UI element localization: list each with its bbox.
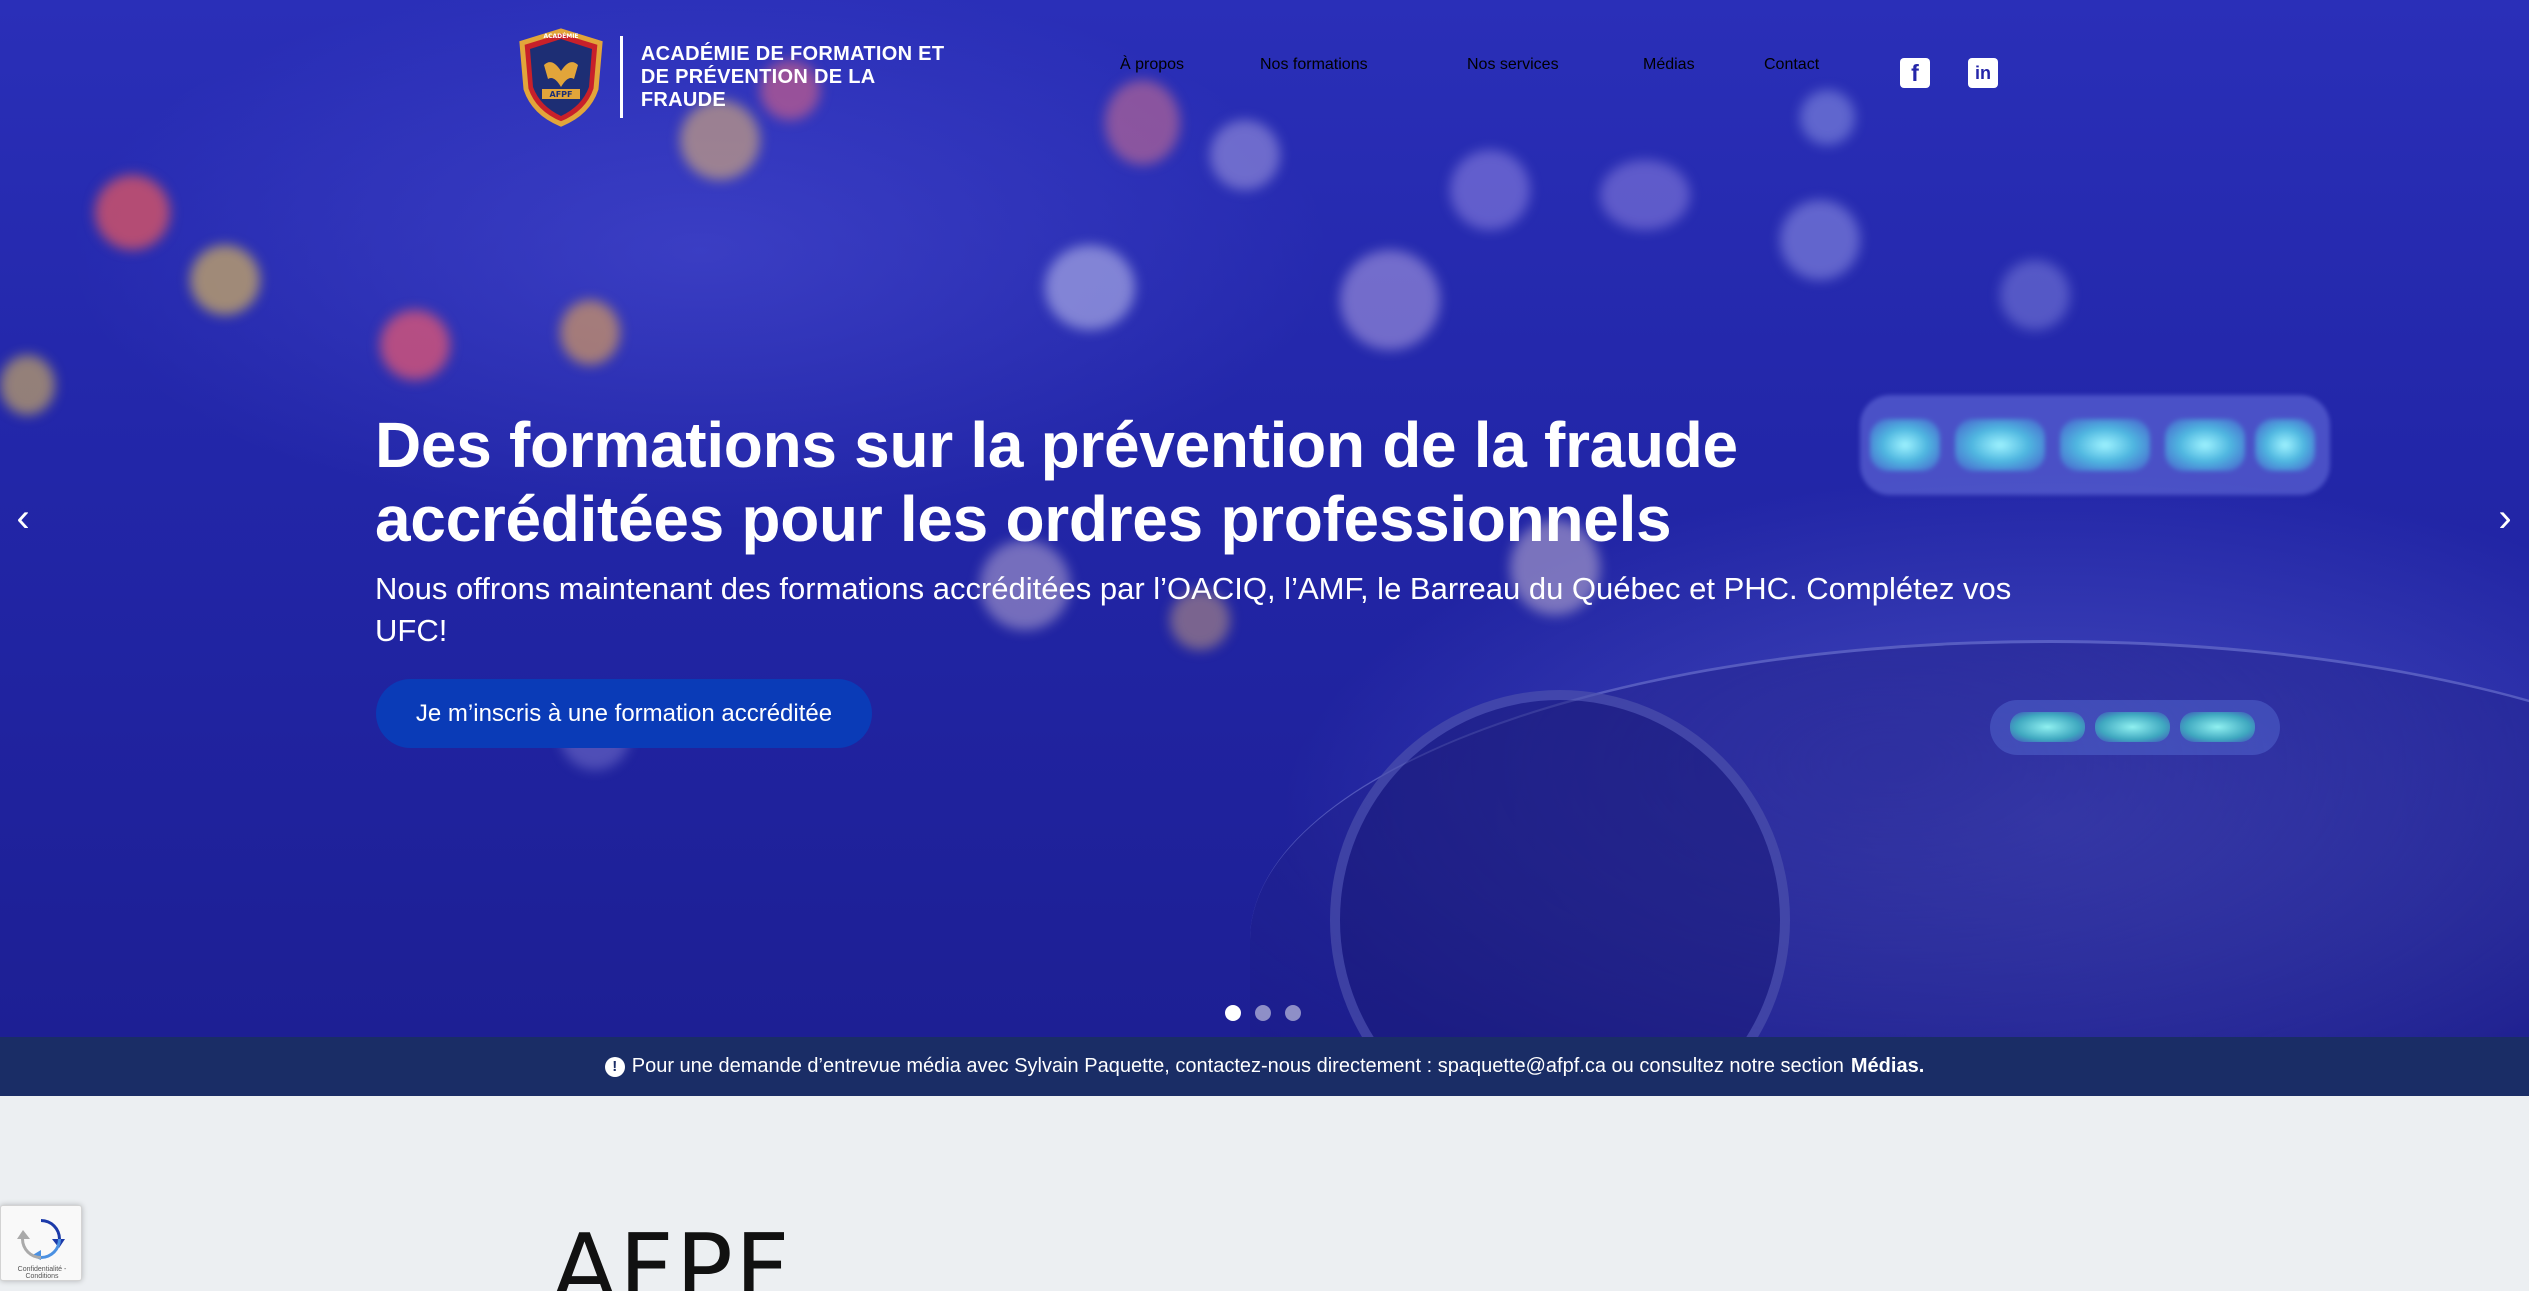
nav-item-nos-formations[interactable]: Nos formations [1260,56,1368,74]
nav-item-nos-services[interactable]: Nos services [1467,56,1559,74]
hero-title: Des formations sur la prévention de la f… [375,408,2075,556]
linkedin-glyph: in [1975,62,1991,83]
recaptcha-footer-text: Confidentialité - Conditions [17,1266,67,1280]
carousel-dot-3[interactable] [1285,1005,1301,1021]
shield-logo-icon: AFPF ACADÉMIE [516,27,606,127]
register-accredited-training-button[interactable]: Je m’inscris à une formation accréditée [376,679,872,748]
bokeh-light [2000,260,2070,330]
carousel-next-arrow-icon[interactable]: › [2485,496,2525,540]
bokeh-light [1340,250,1440,350]
exclamation-icon: ! [604,1056,625,1077]
bokeh-light [1045,245,1135,330]
logo-divider [620,36,623,118]
site-header: AFPF ACADÉMIE ACADÉMIE DE FORMATION ET D… [0,0,2529,150]
logo-line-2: DE PRÉVENTION DE LA FRAUDE [640,65,875,111]
svg-text:ACADÉMIE: ACADÉMIE [543,32,578,40]
media-notice-bar: ! Pour une demande d’entrevue média avec… [0,1037,2529,1096]
notice-medias-link[interactable]: Médias. [1851,1055,1924,1078]
carousel-prev-arrow-icon[interactable]: ‹ [3,496,43,540]
bokeh-light [0,355,55,415]
notice-text: Pour une demande d’entrevue média avec S… [631,1055,1844,1077]
carousel-dots [1225,1005,1301,1021]
bokeh-light [380,310,450,380]
bokeh-light [95,175,170,250]
nav-label: Contact [1764,56,1820,73]
bokeh-light [1600,160,1690,230]
facebook-glyph: f [1911,59,1919,86]
logo-line-1: ACADÉMIE DE FORMATION ET [640,42,945,65]
bokeh-light [560,300,620,365]
nav-label: Médias [1643,56,1695,73]
nav-item-medias[interactable]: Médias [1643,56,1695,74]
nav-label: Nos services [1467,56,1559,73]
nav-item-a-propos[interactable]: À propos [1120,56,1184,74]
nav-item-contact[interactable]: Contact [1764,56,1819,74]
carousel-dot-2[interactable] [1255,1005,1271,1021]
police-lowbar [1990,700,2280,755]
linkedin-icon[interactable]: in [1968,58,1998,88]
svg-text:AFPF: AFPF [550,90,573,99]
hero-subtitle: Nous offrons maintenant des formations a… [375,571,2012,648]
carousel-dot-1[interactable] [1225,1005,1241,1021]
hero-title-line-1: Des formations sur la prévention de la f… [375,409,1738,481]
bokeh-light [190,245,260,315]
hero-title-line-2: accréditées pour les ordres professionne… [375,483,1672,555]
site-logo[interactable]: AFPF ACADÉMIE ACADÉMIE DE FORMATION ET D… [516,26,948,128]
recaptcha-badge[interactable]: Confidentialité - Conditions [0,1205,82,1281]
section-heading: AFPF [552,1215,792,1291]
logo-wordmark: ACADÉMIE DE FORMATION ET DE PRÉVENTION D… [641,43,948,112]
recaptcha-icon [17,1218,65,1260]
nav-label: Nos formations [1260,56,1368,73]
facebook-icon[interactable]: f [1900,58,1930,88]
nav-label: À propos [1120,56,1185,73]
bokeh-light [1780,200,1860,280]
bokeh-light [1450,150,1530,230]
